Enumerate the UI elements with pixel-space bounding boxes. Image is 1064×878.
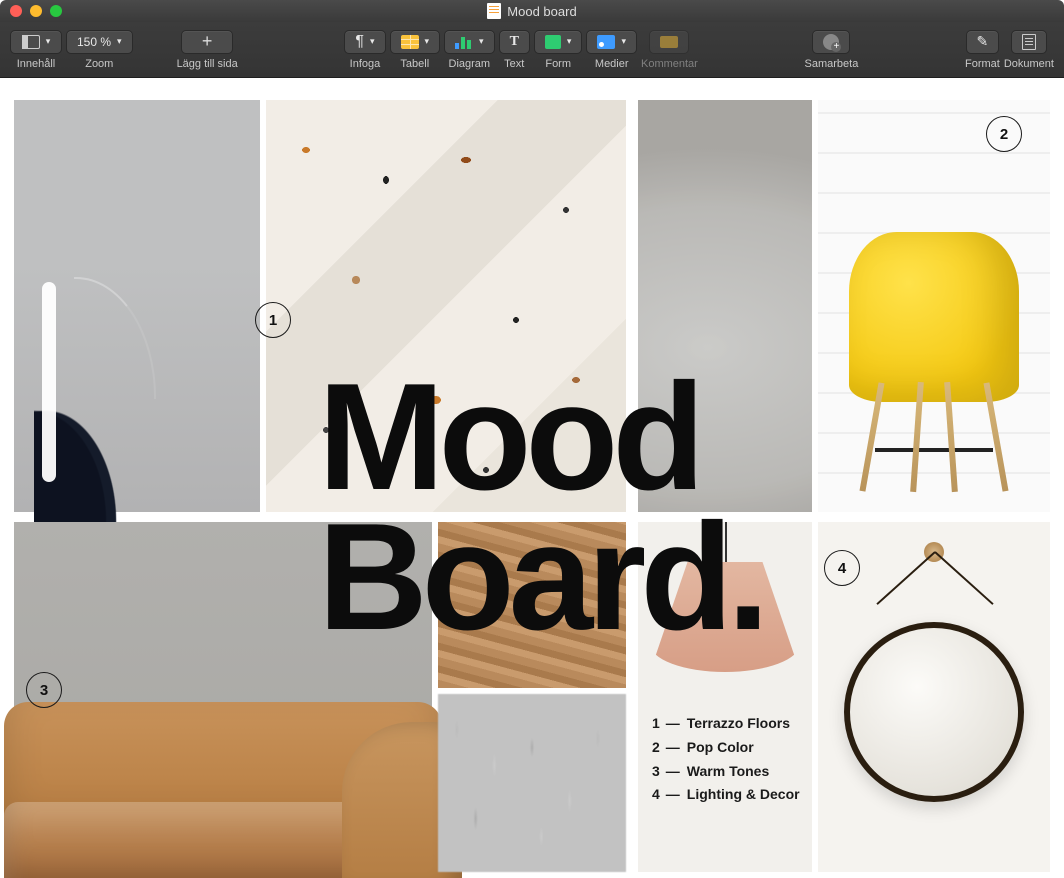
table-button[interactable]: ▾ Tabell bbox=[390, 30, 441, 70]
collaborate-label: Samarbeta bbox=[805, 58, 859, 70]
table-icon bbox=[401, 35, 419, 49]
plus-icon: + bbox=[202, 31, 213, 52]
table-label: Tabell bbox=[400, 58, 429, 70]
comment-icon bbox=[660, 36, 678, 48]
image-terrazzo[interactable] bbox=[266, 100, 626, 512]
callout-1[interactable]: 1 bbox=[255, 302, 291, 338]
document-icon bbox=[487, 3, 501, 19]
media-button[interactable]: ▾ Medier bbox=[586, 30, 637, 70]
chart-label: Diagram bbox=[449, 58, 491, 70]
window-controls bbox=[0, 5, 62, 17]
shape-button[interactable]: ▾ Form bbox=[534, 30, 583, 70]
legend-row: 2—Pop Color bbox=[652, 736, 804, 760]
collaborate-button[interactable]: Samarbeta bbox=[805, 30, 859, 70]
view-button[interactable]: ▾ Innehåll bbox=[10, 30, 62, 70]
text-label: Text bbox=[504, 58, 524, 70]
insert-label: Infoga bbox=[350, 58, 381, 70]
callout-2[interactable]: 2 bbox=[986, 116, 1022, 152]
image-concrete[interactable] bbox=[638, 100, 812, 512]
document-panel-icon bbox=[1022, 34, 1036, 50]
image-sofa[interactable] bbox=[14, 522, 432, 872]
image-wood[interactable] bbox=[438, 522, 626, 688]
zoom-select[interactable]: 150 %▾ Zoom bbox=[66, 30, 133, 70]
document-label: Dokument bbox=[1004, 58, 1054, 70]
image-lamp-legend[interactable]: 1—Terrazzo Floors 2—Pop Color 3—Warm Ton… bbox=[638, 522, 812, 872]
view-label: Innehåll bbox=[17, 58, 56, 70]
callout-4[interactable]: 4 bbox=[824, 550, 860, 586]
comment-button[interactable]: Kommentar bbox=[641, 30, 698, 70]
collaborate-icon bbox=[823, 34, 839, 50]
insert-button[interactable]: ¶▾ Infoga bbox=[344, 30, 385, 70]
window-title: Mood board bbox=[0, 3, 1064, 19]
add-page-label: Lägg till sida bbox=[177, 58, 238, 70]
legend-row: 4—Lighting & Decor bbox=[652, 783, 804, 807]
document-canvas[interactable]: 1—Terrazzo Floors 2—Pop Color 3—Warm Ton… bbox=[0, 78, 1064, 878]
toolbar: ▾ Innehåll 150 %▾ Zoom + Lägg till sida … bbox=[0, 22, 1064, 78]
legend-list: 1—Terrazzo Floors 2—Pop Color 3—Warm Ton… bbox=[652, 712, 804, 807]
text-icon: T bbox=[510, 34, 519, 50]
shape-icon bbox=[545, 35, 561, 49]
image-yellow-chair[interactable] bbox=[818, 100, 1050, 512]
minimize-icon[interactable] bbox=[30, 5, 42, 17]
media-label: Medier bbox=[595, 58, 629, 70]
image-fur[interactable] bbox=[438, 694, 626, 872]
window-title-text: Mood board bbox=[507, 4, 576, 19]
zoom-label: Zoom bbox=[85, 58, 113, 70]
format-label: Format bbox=[965, 58, 1000, 70]
legend-row: 1—Terrazzo Floors bbox=[652, 712, 804, 736]
maximize-icon[interactable] bbox=[50, 5, 62, 17]
chart-icon bbox=[455, 35, 473, 49]
format-icon: ✎ bbox=[977, 33, 989, 50]
text-button[interactable]: T Text bbox=[499, 30, 530, 70]
media-icon bbox=[597, 35, 615, 49]
callout-3[interactable]: 3 bbox=[26, 672, 62, 708]
document-button[interactable]: Dokument bbox=[1004, 30, 1054, 70]
zoom-value: 150 % bbox=[77, 35, 111, 49]
view-icon bbox=[22, 35, 40, 49]
comment-label: Kommentar bbox=[641, 58, 698, 70]
shape-label: Form bbox=[545, 58, 571, 70]
image-dark-chair[interactable] bbox=[14, 100, 260, 512]
format-button[interactable]: ✎ Format bbox=[965, 30, 1000, 70]
chart-button[interactable]: ▾ Diagram bbox=[444, 30, 495, 70]
close-icon[interactable] bbox=[10, 5, 22, 17]
legend-row: 3—Warm Tones bbox=[652, 760, 804, 784]
add-page-button[interactable]: + Lägg till sida bbox=[177, 30, 238, 70]
paragraph-icon: ¶ bbox=[355, 33, 364, 51]
window-titlebar: Mood board bbox=[0, 0, 1064, 22]
